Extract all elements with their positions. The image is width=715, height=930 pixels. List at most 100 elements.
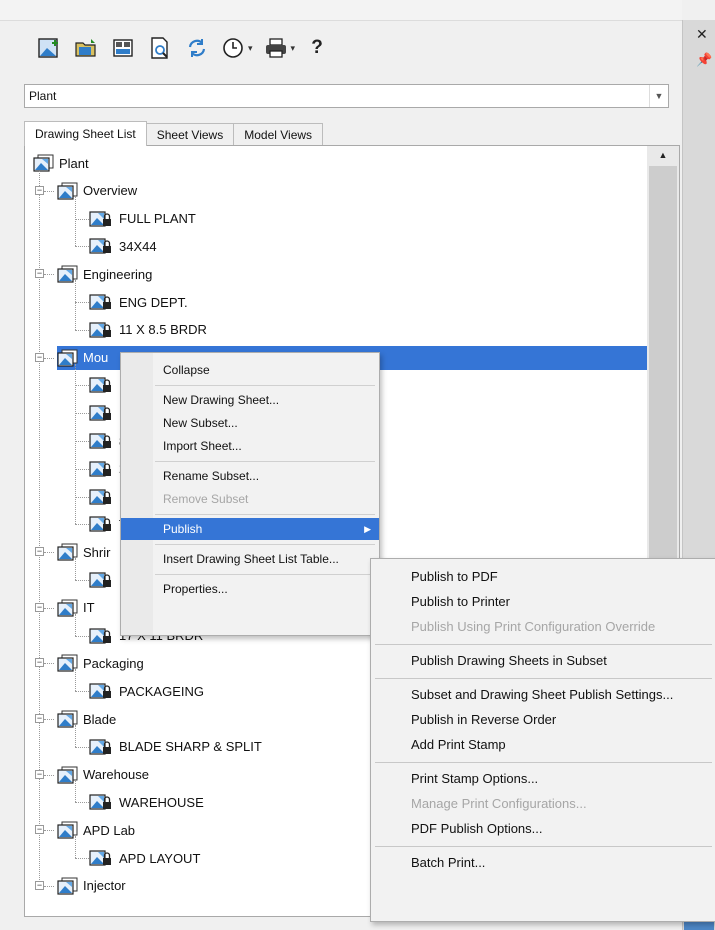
locked-sheet-icon [89,405,111,421]
collapse-toggle-icon[interactable]: − [35,769,44,779]
toolbar: ▾ ▾? [36,32,328,64]
collapse-toggle-icon[interactable]: − [35,880,44,890]
locked-sheet-icon [89,683,111,699]
collapse-toggle-icon[interactable]: − [35,185,44,195]
tree-guide-line [44,190,54,192]
sheet-item[interactable]: 34X44 [89,234,157,258]
sheet-item[interactable]: PACKAGEING [89,679,204,703]
tree-guide-line [75,280,76,330]
context-menu: Collapse New Drawing Sheet... New Subset..… [120,352,380,636]
collapse-toggle-icon[interactable]: − [35,269,44,279]
submenu-item-print-stamp-options[interactable]: Print Stamp Options... [371,767,715,791]
submenu-item-publish-to-printer[interactable]: Publish to Printer [371,590,715,614]
collapse-toggle-icon[interactable]: − [35,547,44,557]
locked-sheet-icon [89,794,111,810]
subset-item[interactable]: Engineering [57,262,152,286]
subset-item[interactable]: Blade [57,707,116,731]
tab-drawing-sheet-list[interactable]: Drawing Sheet List [24,121,147,146]
subset-label: IT [83,600,95,616]
scroll-up-icon[interactable]: ▲ [647,150,679,160]
menu-item-insert-drawing-sheet-list-table[interactable]: Insert Drawing Sheet List Table... [121,548,379,570]
tab-sheet-views[interactable]: Sheet Views [145,123,235,146]
sheet-item[interactable]: ENG DEPT. [89,290,188,314]
sheet-set-dropdown[interactable]: Plant ▼ [24,84,669,108]
submenu-item-pdf-publish-options[interactable]: PDF Publish Options... [371,817,715,841]
locked-sheet-icon [89,377,111,393]
sheet-item[interactable]: BLADE SHARP & SPLIT [89,735,262,759]
submenu-item-add-print-stamp[interactable]: Add Print Stamp [371,733,715,757]
sheet-item[interactable]: APD LAYOUT [89,846,200,870]
submenu-item-publish-in-reverse-order[interactable]: Publish in Reverse Order [371,708,715,732]
submenu-item-publish-to-pdf[interactable]: Publish to PDF [371,565,715,589]
tree-guide-line [75,441,89,442]
tree-guide-line [75,468,89,470]
collapse-toggle-icon[interactable]: − [35,352,44,362]
subset-item[interactable]: APD Lab [57,818,135,842]
refresh-button[interactable] [184,35,210,61]
collapse-toggle-icon[interactable]: − [35,825,44,835]
close-icon[interactable]: ✕ [696,26,708,43]
tree-guide-line [75,329,89,331]
new-sheet-button[interactable] [36,35,62,61]
menu-item-label: Insert Drawing Sheet List Table... [163,552,339,566]
submenu-item-batch-print[interactable]: Batch Print... [371,851,715,875]
tree-root[interactable]: Plant [33,151,89,175]
tree-guide-line [75,218,89,220]
menu-item-rename-subset[interactable]: Rename Subset... [121,465,379,487]
clock-dropdown-button[interactable]: ▾ [221,36,253,60]
printer-dropdown-button[interactable]: ▾ [264,36,296,60]
open-folder-icon [75,39,96,57]
pin-icon[interactable]: 📌 [696,52,712,68]
preview-button[interactable] [147,35,173,61]
submenu-item-manage-print-configurations: Manage Print Configurations... [411,796,587,811]
collapse-toggle-icon[interactable]: − [35,602,44,612]
tree-guide-line [75,246,89,248]
menu-item-properties[interactable]: Properties... [121,578,379,600]
locked-sheet-icon [89,627,111,644]
open-folder-button[interactable] [73,35,99,61]
menu-separator [375,644,712,645]
sheet-item[interactable]: 11 X 8.5 BRDR [89,318,207,342]
chevron-down-icon[interactable]: ▾ [248,43,253,54]
submenu-item-subset-and-drawing-sheet-publish-settings[interactable]: Subset and Drawing Sheet Publish Setting… [371,683,715,707]
tab-model-views[interactable]: Model Views [233,123,324,146]
sheet-label: BLADE SHARP & SPLIT [119,739,262,755]
subset-label: Mou [83,350,109,366]
locked-sheet-icon [89,461,111,477]
subset-item[interactable]: Shrir [57,540,110,564]
tree-guide-line [75,780,76,803]
menu-item-new-subset[interactable]: New Subset... [121,412,379,434]
sheet-label: 34X44 [119,238,157,254]
menu-item-import-sheet[interactable]: Import Sheet... [121,435,379,457]
menu-item-publish[interactable]: Publish ▶ [121,518,379,540]
sheet-views-button[interactable] [110,35,136,61]
subset-item[interactable]: Warehouse [57,763,149,787]
sheet-item[interactable]: FULL PLANT [89,207,196,231]
menu-item-collapse[interactable]: Collapse [121,359,379,381]
sheet-item[interactable]: WAREHOUSE [89,790,204,814]
collapse-toggle-icon[interactable]: − [35,714,44,723]
menu-separator [155,544,375,545]
tree-guide-line [75,635,89,637]
sheet-label: ENG DEPT. [119,294,188,310]
menu-separator [375,678,712,679]
tree-guide-line [44,663,54,665]
menu-item-new-drawing-sheet[interactable]: New Drawing Sheet... [121,389,379,411]
menu-separator [155,514,375,515]
subset-label: Blade [83,711,117,727]
submenu-item-publish-drawing-sheets-in-subset[interactable]: Publish Drawing Sheets in Subset [371,649,715,673]
menu-item-label: New Subset... [163,416,238,430]
chevron-down-icon[interactable]: ▼ [649,85,668,107]
collapse-toggle-icon[interactable]: − [35,658,44,668]
tree-guide-line [44,607,54,609]
subset-item[interactable]: Injector [57,874,126,898]
submenu-arrow-icon: ▶ [364,524,371,534]
subset-label: Warehouse [83,767,149,783]
menu-item-label: New Drawing Sheet... [163,393,280,407]
help-button[interactable]: ? [306,37,328,59]
chevron-down-icon[interactable]: ▾ [291,43,296,54]
subset-item[interactable]: Packaging [57,651,144,675]
locked-sheet-icon [89,433,111,449]
subset-item[interactable]: Overview [57,179,137,203]
subset-icon [57,877,78,895]
